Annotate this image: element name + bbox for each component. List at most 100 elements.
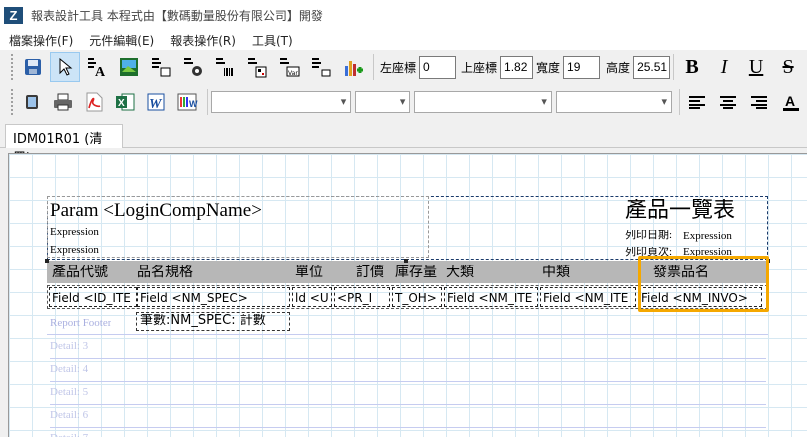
font-color-icon: A: [782, 93, 799, 111]
selection-highlight: [638, 256, 769, 312]
color-select[interactable]: ▾: [414, 91, 552, 113]
variable-icon: Var: [280, 58, 300, 77]
qrcode-icon: [248, 58, 267, 78]
underline-button[interactable]: U: [741, 52, 771, 82]
align-right-button[interactable]: [745, 87, 774, 117]
detail-band[interactable]: Detail: 5: [50, 382, 766, 405]
export-pdf-button[interactable]: [80, 87, 109, 117]
font-name-select[interactable]: ▾: [210, 91, 352, 113]
svg-text:A: A: [785, 93, 795, 109]
barcode-icon: [216, 58, 233, 76]
field-stock[interactable]: T_OH>: [392, 287, 442, 307]
top-coord-input[interactable]: 1.82: [500, 55, 534, 79]
bold-button[interactable]: B: [677, 52, 707, 82]
excel-icon: X: [116, 93, 135, 111]
pointer-tool-button[interactable]: [50, 52, 80, 82]
export-excel-button[interactable]: X: [111, 87, 140, 117]
svg-text:A: A: [95, 65, 106, 78]
field-tool-icon: [152, 58, 171, 77]
word-icon: W: [147, 93, 165, 112]
preview-button[interactable]: [18, 87, 47, 117]
save-button[interactable]: [18, 52, 48, 82]
param-text[interactable]: Param <LoginCompName>: [50, 201, 262, 220]
toolbar-primary: A Var 左座標 0 上座標 1.82 寬度 19 高度 25.51 B I …: [0, 50, 807, 84]
export-html-button[interactable]: W: [173, 87, 202, 117]
style-select[interactable]: ▾: [555, 91, 672, 113]
column-header[interactable]: 單位: [295, 265, 323, 279]
print-date-expression[interactable]: Expression: [683, 231, 732, 242]
detail-band[interactable]: Detail: 3: [50, 336, 766, 359]
field-nm-item-major[interactable]: Field <NM_ITE: [444, 287, 538, 307]
detail-band[interactable]: Detail: 4: [50, 359, 766, 382]
top-coord-label: 上座標: [461, 60, 498, 75]
qrcode-tool-button[interactable]: [242, 52, 272, 82]
align-center-button[interactable]: [714, 87, 743, 117]
field-nm-spec[interactable]: Field <NM_SPEC>: [137, 287, 290, 307]
report-footer-label: Report Footer: [50, 318, 112, 329]
column-header[interactable]: 中類: [542, 265, 570, 279]
save-icon: [25, 59, 41, 75]
preview-icon: [26, 95, 39, 109]
print-button[interactable]: [49, 87, 78, 117]
menu-file[interactable]: 檔案操作(F): [9, 32, 73, 49]
expression-field[interactable]: Expression: [50, 227, 99, 238]
barcode-tool-button[interactable]: [210, 52, 240, 82]
height-label: 高度: [606, 60, 631, 75]
toolbar-separator: [673, 54, 675, 80]
field-nm-item-middle[interactable]: Field <NM_ITE: [540, 287, 636, 307]
selection-handle[interactable]: [45, 259, 49, 263]
align-left-button[interactable]: [683, 87, 712, 117]
column-header[interactable]: 產品代號: [52, 265, 108, 279]
chart-tool-button[interactable]: [178, 52, 208, 82]
svg-text:W: W: [189, 99, 198, 109]
height-input[interactable]: 25.51: [633, 55, 671, 79]
chevron-down-icon: ▾: [340, 95, 347, 108]
title-bar: Z 報表設計工具 本程式由【數碼動量股份有限公司】開發: [0, 0, 807, 30]
add-chart-button[interactable]: [338, 52, 368, 82]
list-tool-button[interactable]: [306, 52, 336, 82]
svg-text:X: X: [118, 98, 125, 109]
export-word-button[interactable]: W: [142, 87, 171, 117]
align-center-icon: [720, 96, 737, 109]
list-icon: [312, 58, 331, 77]
menu-edit[interactable]: 元件編輯(E): [89, 32, 154, 49]
tab-idm01r01[interactable]: IDM01R01 (清冊): [5, 124, 123, 166]
chevron-down-icon: ▾: [399, 95, 406, 108]
column-header[interactable]: 庫存量: [395, 265, 437, 279]
html-export-icon: W: [177, 93, 198, 111]
print-date-label[interactable]: 列印日期:: [625, 230, 672, 241]
menu-report[interactable]: 報表操作(R): [170, 32, 236, 49]
font-color-button[interactable]: A: [776, 87, 805, 117]
detail-band[interactable]: Detail: 7: [50, 428, 766, 437]
toolbar-grip[interactable]: [10, 88, 14, 116]
column-header[interactable]: 品名規格: [137, 265, 193, 279]
text-tool-icon: A: [88, 58, 106, 78]
italic-button[interactable]: I: [709, 52, 739, 82]
document-tabs: IDM01R01 (清冊): [0, 120, 807, 166]
align-left-icon: [689, 96, 706, 109]
width-input[interactable]: 19: [563, 55, 601, 79]
selection-handle[interactable]: [404, 259, 408, 263]
font-size-select[interactable]: ▾: [355, 91, 411, 113]
field-id-item[interactable]: Field <ID_ITE: [49, 287, 137, 307]
strikethrough-button[interactable]: S: [773, 52, 803, 82]
toolbar-separator: [373, 54, 374, 80]
footer-count-text[interactable]: 筆數:NM_SPEC: 計數: [140, 314, 266, 327]
detail-band[interactable]: Detail: 6: [50, 405, 766, 428]
variable-tool-button[interactable]: Var: [274, 52, 304, 82]
report-design-canvas[interactable]: Param <LoginCompName> Expression Express…: [8, 153, 807, 437]
field-unit[interactable]: ld <U: [292, 287, 332, 307]
image-tool-button[interactable]: [114, 52, 144, 82]
report-title[interactable]: 產品一覽表: [625, 199, 735, 221]
chart-tool-icon: [184, 58, 202, 76]
menu-tools[interactable]: 工具(T): [252, 32, 293, 49]
field-price[interactable]: <PR_I: [334, 287, 390, 307]
column-header[interactable]: 大類: [446, 265, 474, 279]
text-tool-button[interactable]: A: [82, 52, 112, 82]
toolbar-grip[interactable]: [10, 53, 14, 81]
column-header[interactable]: 訂價: [356, 265, 384, 279]
expression-field[interactable]: Expression: [50, 245, 99, 256]
app-logo-icon: Z: [4, 6, 23, 24]
left-coord-input[interactable]: 0: [419, 55, 457, 79]
field-tool-button[interactable]: [146, 52, 176, 82]
